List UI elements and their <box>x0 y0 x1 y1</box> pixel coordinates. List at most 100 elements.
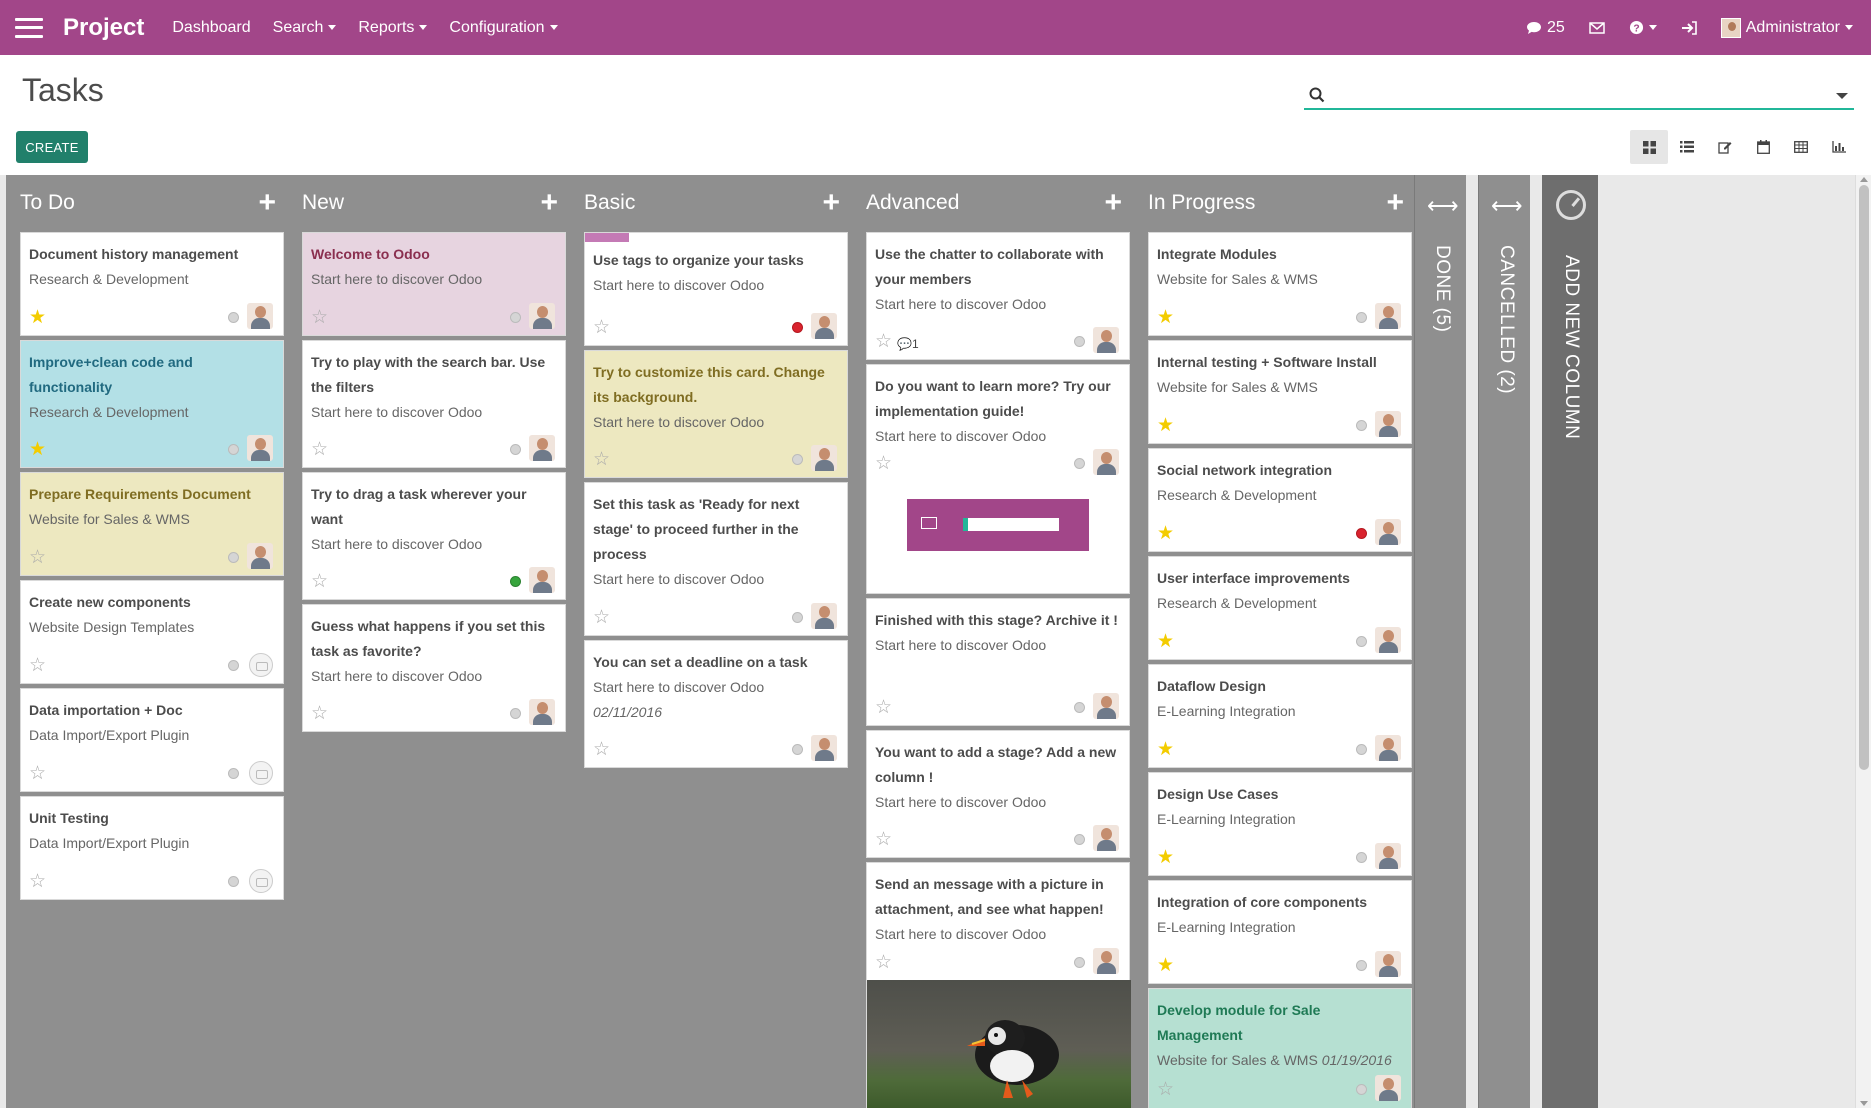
folded-column-done[interactable]: ⟷ DONE (5) <box>1414 175 1466 1108</box>
column-header[interactable]: In Progress + <box>1134 175 1416 230</box>
graph-view-button[interactable] <box>1820 130 1858 164</box>
status-dot[interactable] <box>1356 744 1367 755</box>
status-dot[interactable] <box>510 312 521 323</box>
column-header[interactable]: To Do + <box>6 175 288 230</box>
quick-create-icon[interactable]: + <box>822 187 840 218</box>
star-icon[interactable]: ★ <box>1157 524 1174 543</box>
column-header[interactable]: New + <box>288 175 570 230</box>
task-card[interactable]: Document history management Research & D… <box>20 232 284 336</box>
search-options-toggle[interactable] <box>1836 93 1848 99</box>
status-dot[interactable] <box>792 744 803 755</box>
vertical-scrollbar[interactable] <box>1855 175 1871 1108</box>
sign-in-button[interactable] <box>1681 20 1697 35</box>
star-icon[interactable]: ☆ <box>875 454 892 473</box>
star-icon[interactable]: ☆ <box>875 698 892 717</box>
menu-reports[interactable]: Reports <box>358 19 428 37</box>
status-dot[interactable] <box>1356 420 1367 431</box>
task-card[interactable]: Social network integration Research & De… <box>1148 448 1412 552</box>
task-card[interactable]: Develop module for Sale Management Websi… <box>1148 988 1412 1108</box>
star-icon[interactable]: ☆ <box>875 830 892 849</box>
star-icon[interactable]: ☆ <box>593 608 610 627</box>
inbox-button[interactable] <box>1589 21 1605 34</box>
star-icon[interactable]: ☆ <box>593 450 610 469</box>
form-view-button[interactable] <box>1706 130 1744 164</box>
task-card[interactable]: Finished with this stage? Archive it ! S… <box>866 598 1130 726</box>
list-view-button[interactable] <box>1668 130 1706 164</box>
status-dot[interactable] <box>228 768 239 779</box>
task-card[interactable]: Guess what happens if you set this task … <box>302 604 566 732</box>
star-icon[interactable]: ★ <box>1157 740 1174 759</box>
status-dot[interactable] <box>1356 1084 1367 1095</box>
user-menu[interactable]: Administrator <box>1720 17 1853 38</box>
task-card[interactable]: Internal testing + Software Install Webs… <box>1148 340 1412 444</box>
task-card[interactable]: Create new components Website Design Tem… <box>20 580 284 684</box>
task-card[interactable]: Data importation + Doc Data Import/Expor… <box>20 688 284 792</box>
status-dot[interactable] <box>228 660 239 671</box>
task-card[interactable]: Dataflow Design E-Learning Integration ★ <box>1148 664 1412 768</box>
status-dot[interactable] <box>1074 957 1085 968</box>
star-icon[interactable]: ☆ <box>875 953 892 972</box>
status-dot[interactable] <box>1356 852 1367 863</box>
kanban-view-button[interactable] <box>1630 130 1668 164</box>
status-dot[interactable] <box>1356 528 1367 539</box>
scrollbar-thumb[interactable] <box>1859 185 1869 770</box>
task-card[interactable]: Use the chatter to collaborate with your… <box>866 232 1130 360</box>
task-card[interactable]: User interface improvements Research & D… <box>1148 556 1412 660</box>
star-icon[interactable]: ★ <box>1157 632 1174 651</box>
task-card[interactable]: Integrate Modules Website for Sales & WM… <box>1148 232 1412 336</box>
create-button[interactable]: CREATE <box>16 131 88 163</box>
star-icon[interactable]: ☆ <box>593 740 610 759</box>
status-dot[interactable] <box>228 552 239 563</box>
column-header[interactable]: Basic + <box>570 175 852 230</box>
status-dot[interactable] <box>510 576 521 587</box>
task-card[interactable]: Try to drag a task wherever your want St… <box>302 472 566 600</box>
status-dot[interactable] <box>792 612 803 623</box>
task-card[interactable]: Unit Testing Data Import/Export Plugin ☆ <box>20 796 284 900</box>
task-card[interactable]: Set this task as 'Ready for next stage' … <box>584 482 848 636</box>
status-dot[interactable] <box>1356 312 1367 323</box>
status-dot[interactable] <box>1074 834 1085 845</box>
expand-arrows-icon[interactable]: ⟷ <box>1427 193 1459 219</box>
star-icon[interactable]: ☆ <box>875 332 892 351</box>
task-card[interactable]: Prepare Requirements Document Website fo… <box>20 472 284 576</box>
quick-create-icon[interactable]: + <box>1104 187 1122 218</box>
status-dot[interactable] <box>1356 636 1367 647</box>
pivot-view-button[interactable] <box>1782 130 1820 164</box>
task-card[interactable]: You want to add a stage? Add a new colum… <box>866 730 1130 858</box>
folded-column-cancelled[interactable]: ⟷ CANCELLED (2) <box>1478 175 1530 1108</box>
star-icon[interactable]: ★ <box>29 308 46 327</box>
star-icon[interactable]: ★ <box>29 440 46 459</box>
expand-arrows-icon[interactable]: ⟷ <box>1491 193 1523 219</box>
task-card[interactable]: Try to customize this card. Change its b… <box>584 350 848 478</box>
star-icon[interactable]: ☆ <box>311 308 328 327</box>
task-card[interactable]: Welcome to Odoo Start here to discover O… <box>302 232 566 336</box>
star-icon[interactable]: ☆ <box>311 704 328 723</box>
task-card[interactable]: Try to play with the search bar. Use the… <box>302 340 566 468</box>
add-new-column[interactable]: ADD NEW COLUMN <box>1542 175 1598 1108</box>
star-icon[interactable]: ★ <box>1157 416 1174 435</box>
star-icon[interactable]: ☆ <box>29 548 46 567</box>
status-dot[interactable] <box>1074 336 1085 347</box>
task-card[interactable]: Design Use Cases E-Learning Integration … <box>1148 772 1412 876</box>
star-icon[interactable]: ☆ <box>29 764 46 783</box>
quick-create-icon[interactable]: + <box>1386 187 1404 218</box>
status-dot[interactable] <box>510 708 521 719</box>
star-icon[interactable]: ★ <box>1157 956 1174 975</box>
status-dot[interactable] <box>228 444 239 455</box>
help-button[interactable]: ? <box>1629 20 1657 35</box>
scroll-down-arrow-icon[interactable] <box>1860 1101 1868 1106</box>
status-dot[interactable] <box>792 322 803 333</box>
scroll-up-arrow-icon[interactable] <box>1860 177 1868 182</box>
task-card[interactable]: Integration of core components E-Learnin… <box>1148 880 1412 984</box>
star-icon[interactable]: ★ <box>1157 848 1174 867</box>
task-card[interactable]: Do you want to learn more? Try our imple… <box>866 364 1130 594</box>
star-icon[interactable]: ★ <box>1157 308 1174 327</box>
menu-configuration[interactable]: Configuration <box>449 19 558 37</box>
task-card[interactable]: Send an message with a picture in attach… <box>866 862 1131 1108</box>
status-dot[interactable] <box>1074 458 1085 469</box>
status-dot[interactable] <box>228 312 239 323</box>
task-card[interactable]: You can set a deadline on a task Start h… <box>584 640 848 768</box>
task-card[interactable]: Improve+clean code and functionality Res… <box>20 340 284 468</box>
comments-count[interactable]: 💬1 <box>897 337 919 351</box>
quick-create-icon[interactable]: + <box>540 187 558 218</box>
